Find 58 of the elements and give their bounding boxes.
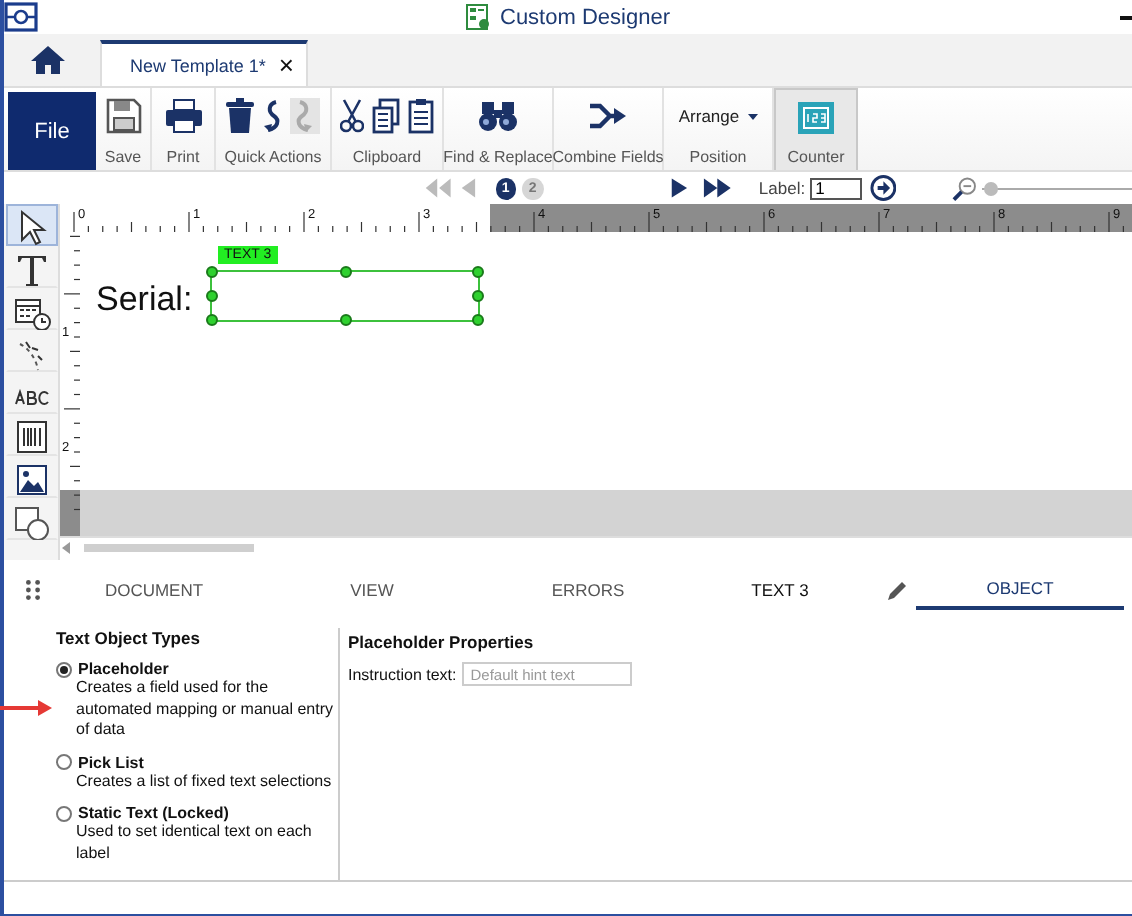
group-label: Position (689, 148, 747, 166)
label-field[interactable]: 1 (809, 177, 862, 199)
arrow-icon (0, 700, 52, 716)
app-icon[interactable] (4, 2, 38, 32)
copy-icon[interactable] (372, 98, 400, 134)
option-label[interactable]: Static Text (Locked) (78, 804, 229, 822)
printer-icon[interactable] (163, 98, 203, 134)
close-button[interactable]: × (278, 50, 294, 80)
merge-icon[interactable] (588, 98, 628, 134)
option-label[interactable]: Placeholder (78, 660, 169, 678)
undo-icon[interactable] (262, 98, 282, 134)
group-label: Combine Fields (552, 148, 664, 166)
group-label: Save (104, 148, 142, 166)
trash-icon[interactable] (226, 98, 254, 134)
ribbon-group[interactable]: Counter (774, 88, 858, 170)
group-label: Quick Actions (224, 148, 322, 166)
binoculars-icon[interactable] (478, 98, 518, 134)
panel-tab[interactable]: VIEW (248, 570, 496, 610)
paste-icon[interactable] (408, 98, 434, 134)
section-heading: Placeholder Properties (348, 632, 536, 652)
go-icon[interactable] (869, 174, 896, 202)
panel-tab[interactable]: TEXT 3 (680, 570, 880, 610)
label-caption: Label: (758, 178, 806, 198)
group-label: Print (166, 148, 200, 166)
last-page-icon[interactable] (702, 178, 735, 198)
counter-icon[interactable] (796, 100, 836, 136)
group-label: Clipboard (352, 148, 422, 166)
panel-tab[interactable]: OBJECT (916, 570, 1124, 610)
radio-button[interactable] (56, 661, 72, 677)
option-description: Used to set identical text on each label (76, 822, 314, 864)
file-button[interactable]: File (8, 92, 96, 170)
text-field-object[interactable] (210, 270, 480, 322)
option-label[interactable]: Pick List (78, 753, 144, 771)
option-description: Creates a list of fixed text selections (76, 771, 334, 792)
horizontal-scrollbar[interactable] (60, 536, 1132, 558)
scissors-icon[interactable] (340, 98, 364, 134)
caret-icon (747, 113, 758, 119)
minimize-icon[interactable] (1120, 15, 1132, 19)
field-label: Instruction text: (348, 665, 457, 683)
section-heading: Text Object Types (56, 628, 202, 648)
window-title: Custom Designer (500, 5, 670, 29)
group-label: Counter (787, 148, 845, 166)
save-icon[interactable] (105, 98, 141, 134)
radio-button[interactable] (56, 754, 72, 770)
canvas-text[interactable]: Serial: (96, 280, 193, 320)
scroll-left-icon[interactable] (60, 542, 72, 554)
group-label: Find & Replace (443, 148, 553, 166)
option-description: Creates a field used for the automated mapping or manual entry of data (76, 678, 336, 741)
zoom-out-icon[interactable] (951, 175, 977, 201)
home-icon[interactable] (30, 44, 66, 76)
radio-button[interactable] (56, 805, 72, 821)
panel-tab[interactable]: DOCUMENT (60, 570, 248, 610)
panel-tab[interactable]: ERRORS (496, 570, 680, 610)
drag-handle-icon[interactable] (25, 580, 39, 600)
template-tab[interactable]: New Template 1* × (100, 40, 308, 86)
zoom-slider[interactable] (984, 181, 999, 195)
arrange-dropdown[interactable]: Arrange (678, 106, 758, 126)
pencil-icon[interactable] (888, 580, 908, 600)
